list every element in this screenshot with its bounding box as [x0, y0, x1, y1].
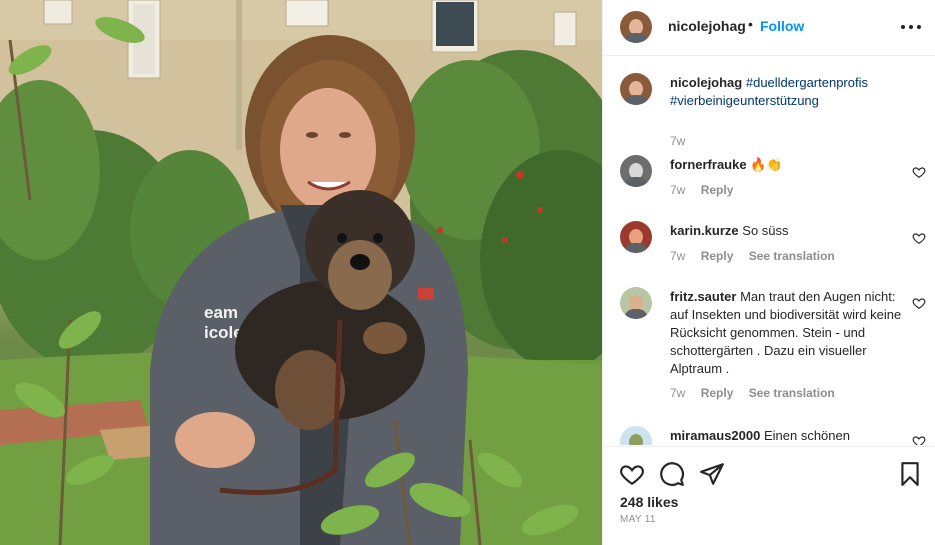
comment-time[interactable]: 7w — [670, 386, 685, 400]
comment-like-heart-icon[interactable] — [912, 434, 926, 445]
jacket-text-line1: eam — [204, 303, 238, 322]
commenter-avatar[interactable] — [620, 221, 652, 253]
comment-text: 🔥👏 — [750, 157, 783, 172]
post-date[interactable]: MAY 11 — [620, 514, 656, 525]
comment-time[interactable]: 7w — [670, 249, 685, 263]
commenter-avatar[interactable] — [620, 287, 652, 319]
commenter-username[interactable]: fritz.sauter — [670, 289, 736, 304]
likes-count[interactable]: 248 likes — [620, 494, 678, 510]
author-username[interactable]: nicolejohag — [668, 18, 746, 34]
caption-avatar[interactable] — [620, 73, 652, 105]
comment-text: So süss — [742, 223, 789, 238]
caption-time[interactable]: 7w — [670, 134, 685, 148]
see-translation-button[interactable]: See translation — [749, 386, 835, 400]
hashtag-link[interactable]: #vierbeinigeunterstützung — [670, 93, 819, 108]
commenter-username[interactable]: karin.kurze — [670, 223, 739, 238]
comment-icon[interactable] — [659, 461, 685, 487]
commenter-avatar[interactable] — [620, 155, 652, 187]
comment-text: Einen schönen — [763, 428, 850, 443]
share-icon[interactable] — [699, 461, 725, 487]
heart-icon[interactable] — [619, 461, 645, 487]
post-photo[interactable]: eam icole — [0, 0, 602, 545]
comment-like-heart-icon[interactable] — [912, 231, 926, 245]
hashtag-link[interactable]: #duelldergartenprofis — [746, 75, 868, 90]
author-avatar[interactable] — [620, 11, 652, 43]
separator-dot: • — [748, 16, 753, 32]
post-sidebar: nicolejohag • Follow nicolejohag #duelld… — [602, 0, 935, 545]
see-translation-button[interactable]: See translation — [749, 249, 835, 263]
comments-list[interactable]: nicolejohag #duelldergartenprofis #vierb… — [603, 57, 935, 445]
reply-button[interactable]: Reply — [701, 183, 734, 197]
reply-button[interactable]: Reply — [701, 386, 734, 400]
action-bar: 248 likes MAY 11 — [603, 446, 935, 545]
comment-like-heart-icon[interactable] — [912, 165, 926, 179]
follow-button[interactable]: Follow — [760, 18, 804, 34]
commenter-username[interactable]: miramaus2000 — [670, 428, 760, 443]
bookmark-icon[interactable] — [897, 461, 923, 487]
reply-button[interactable]: Reply — [701, 249, 734, 263]
comment-like-heart-icon[interactable] — [912, 296, 926, 310]
commenter-username[interactable]: fornerfrauke — [670, 157, 747, 172]
more-horizontal-icon[interactable] — [901, 14, 921, 38]
photo-illustration: eam icole — [0, 0, 602, 545]
post-header: nicolejohag • Follow — [603, 0, 935, 56]
commenter-avatar[interactable] — [620, 426, 652, 445]
caption-username[interactable]: nicolejohag — [670, 75, 742, 90]
comment-time[interactable]: 7w — [670, 183, 685, 197]
